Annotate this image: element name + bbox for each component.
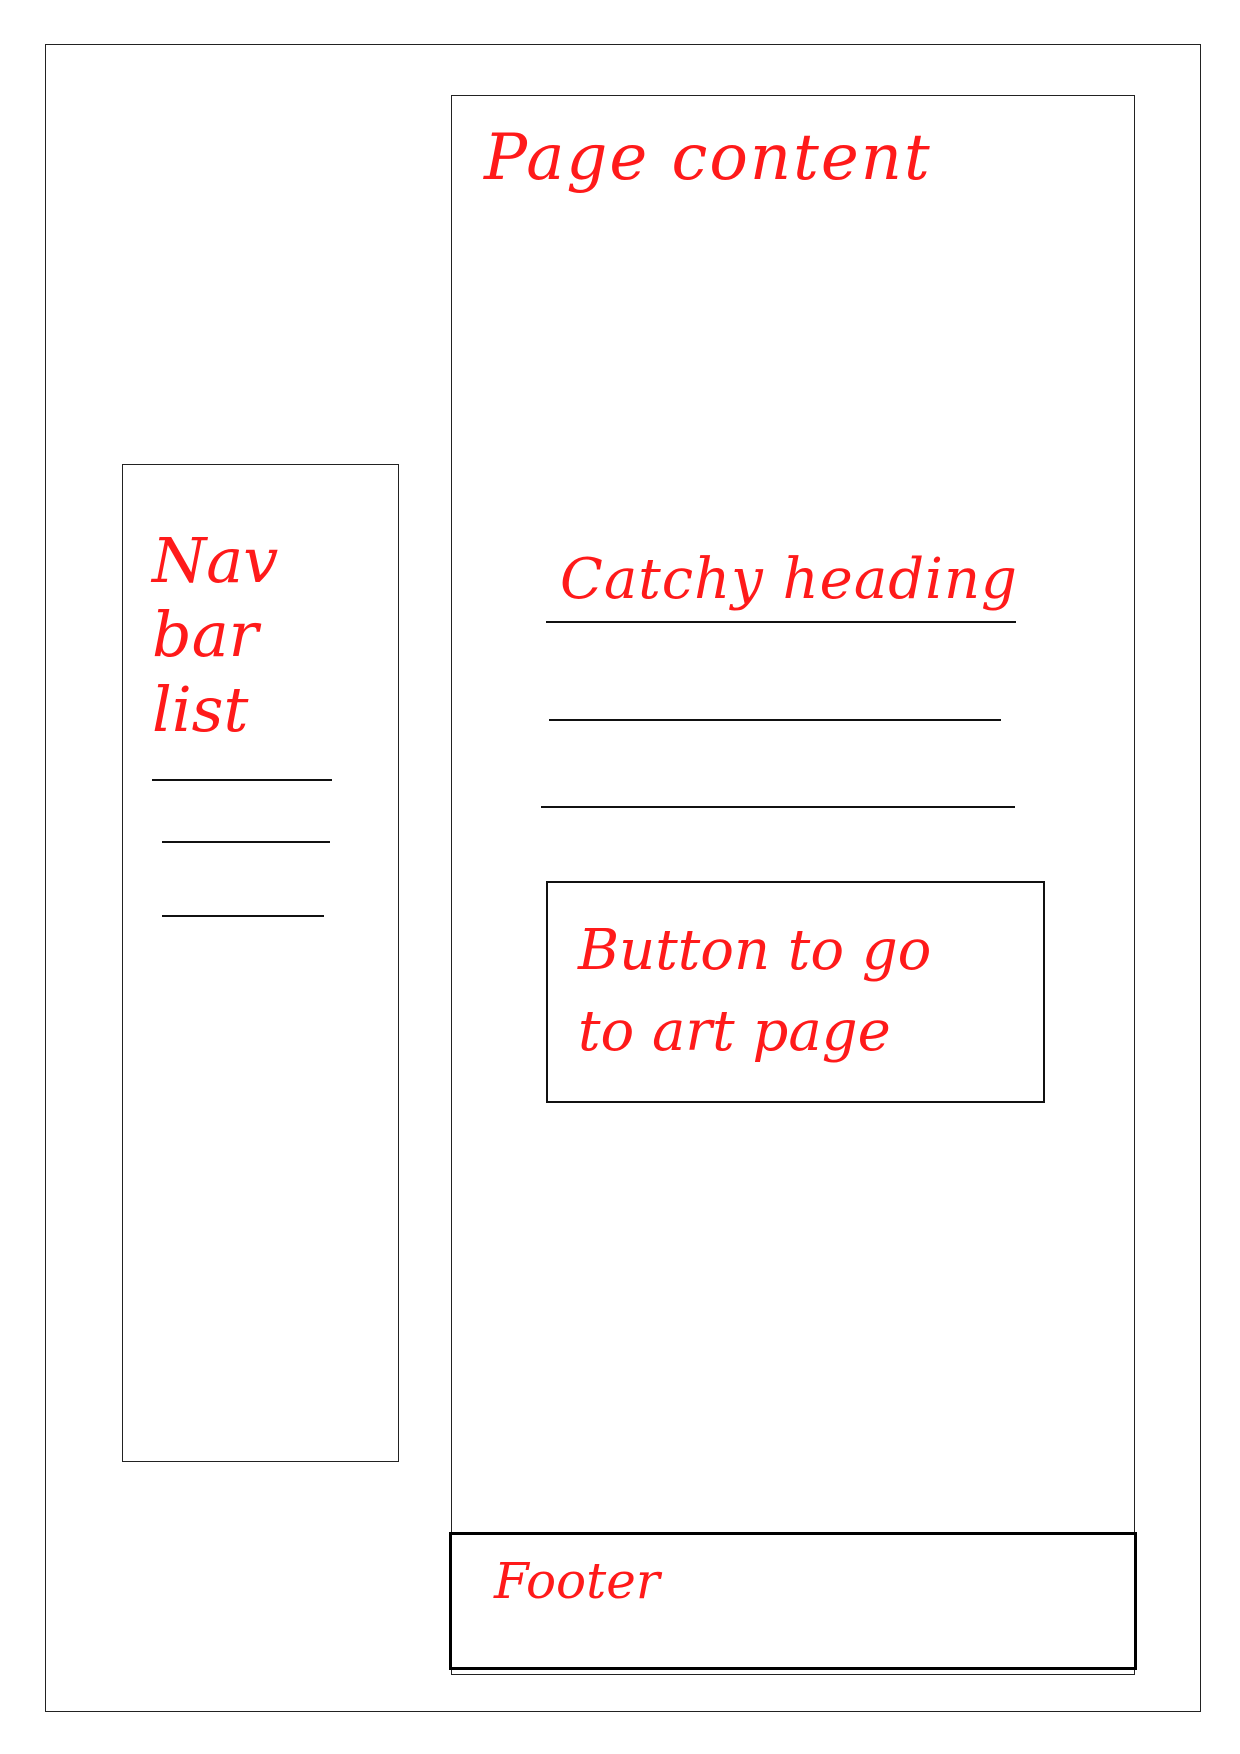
footer-label: Footer — [494, 1552, 660, 1610]
text-line — [541, 806, 1015, 808]
text-line — [546, 621, 1016, 623]
art-page-button-label: Button to go to art page — [578, 918, 932, 1065]
catchy-heading: Catchy heading — [560, 547, 1018, 612]
navbar-item[interactable] — [152, 779, 332, 781]
page-title: Page content — [484, 121, 932, 195]
navbar-label: Nav bar list — [152, 524, 279, 746]
text-line — [549, 719, 1001, 721]
navbar-item[interactable] — [162, 841, 330, 843]
navbar-item[interactable] — [162, 915, 324, 917]
